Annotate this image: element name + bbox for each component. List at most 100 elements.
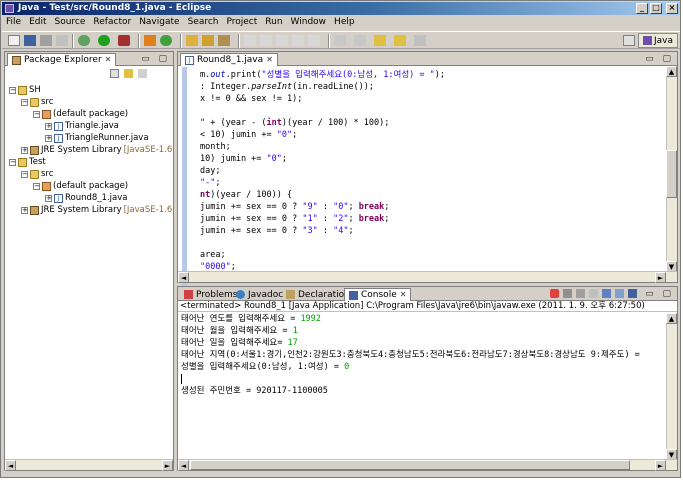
debug-icon[interactable] [78, 35, 90, 46]
scroll-up-icon[interactable]: ▲ [666, 66, 677, 77]
tree-item-jre-library[interactable]: + JRE System Library [JavaSE-1.6 [21, 205, 172, 216]
open-folder-icon[interactable] [202, 35, 214, 46]
vertical-scrollbar[interactable]: ▲ ▼ [666, 313, 677, 460]
vertical-scrollbar[interactable]: ▲ ▼ [666, 66, 677, 272]
toggle-mark-icon[interactable] [292, 35, 304, 46]
menu-navigate[interactable]: Navigate [135, 16, 183, 29]
code-line[interactable]: m.out.print("성별을 입력해주세요(0:남성, 1:여성) = ")… [200, 69, 445, 81]
save-icon[interactable] [24, 35, 36, 46]
code-line[interactable]: x != 0 && sex != 1); [200, 93, 302, 105]
open-type-icon[interactable] [186, 35, 198, 46]
collapse-icon[interactable]: − [33, 111, 40, 118]
link-with-editor-icon[interactable] [124, 69, 133, 78]
code-line[interactable]: : Integer.parseInt(in.readLine()); [200, 81, 374, 93]
forward-icon[interactable] [394, 35, 406, 46]
scroll-thumb[interactable] [666, 150, 677, 198]
code-line[interactable]: jumin += sex == 0 ? "1" : "2"; break; [200, 213, 389, 225]
menu-project[interactable]: Project [222, 16, 261, 29]
open-perspective-icon[interactable] [622, 35, 635, 46]
tab-javadoc[interactable]: Javadoc [232, 288, 287, 301]
close-tab-icon[interactable]: ✕ [266, 54, 273, 66]
terminate-icon[interactable] [550, 289, 559, 298]
menu-refactor[interactable]: Refactor [89, 16, 135, 29]
collapse-icon[interactable]: − [21, 171, 28, 178]
scroll-thumb[interactable] [190, 460, 630, 470]
tree-item-round8-1-java[interactable]: + J Round8_1.java [45, 193, 127, 204]
code-line[interactable]: jumin += sex == 0 ? "9" : "0"; break; [200, 201, 389, 213]
scroll-up-icon[interactable]: ▲ [666, 313, 677, 324]
code-line[interactable]: area; [200, 249, 226, 261]
tree-item-default-package[interactable]: − (default package) [33, 181, 128, 192]
expand-icon[interactable]: + [45, 135, 52, 142]
search-icon[interactable] [218, 35, 230, 46]
code-line[interactable]: " + (year - (int)(year / 100) * 100); [200, 117, 389, 129]
remove-all-icon[interactable] [576, 289, 585, 298]
code-line[interactable]: 10) jumin += "0"; [200, 153, 287, 165]
close-tab-icon[interactable]: ✕ [105, 54, 112, 66]
new-java-project-icon[interactable] [144, 35, 156, 46]
menu-run[interactable]: Run [261, 16, 286, 29]
previous-annotation-icon[interactable] [354, 35, 366, 46]
new-class-icon[interactable] [160, 35, 172, 46]
tree-item-src[interactable]: − src [21, 169, 53, 180]
horizontal-scrollbar[interactable]: ◄ ► [178, 271, 677, 283]
expand-icon[interactable]: + [45, 123, 52, 130]
tree-item-triangle-java[interactable]: + J Triangle.java [45, 121, 119, 132]
collapse-icon[interactable]: − [21, 99, 28, 106]
scroll-lock-icon[interactable] [602, 289, 611, 298]
collapse-all-icon[interactable] [110, 69, 119, 78]
run-icon[interactable] [98, 35, 110, 46]
print-icon[interactable] [56, 35, 68, 46]
close-tab-icon[interactable]: ✕ [400, 289, 407, 301]
menu-edit[interactable]: Edit [25, 16, 50, 29]
scroll-left-icon[interactable]: ◄ [178, 272, 189, 283]
code-line[interactable]: jumin += sex == 0 ? "3" : "4"; [200, 225, 354, 237]
java-perspective-button[interactable]: Java [637, 33, 678, 48]
menu-source[interactable]: Source [51, 16, 90, 29]
scroll-left-icon[interactable]: ◄ [5, 460, 16, 471]
save-all-icon[interactable] [40, 35, 52, 46]
menu-window[interactable]: Window [287, 16, 331, 29]
tree-item-trianglerunner-java[interactable]: + J TriangleRunner.java [45, 133, 149, 144]
annotation-next-icon[interactable] [260, 35, 272, 46]
menu-file[interactable]: File [2, 16, 25, 29]
edit-icon[interactable] [244, 35, 256, 46]
minimize-maximize-icon[interactable]: ▭ ▢ [645, 54, 674, 64]
horizontal-scrollbar[interactable]: ◄ ► [5, 459, 173, 471]
tree-item-test[interactable]: − Test [9, 157, 46, 168]
console-output[interactable]: 태어난 연도를 입력해주세요 = 1992 태어난 월을 입력해주세요 = 1 태어… [178, 313, 665, 457]
code-line[interactable]: nt)(year / 100)) { [200, 189, 292, 201]
collapse-icon[interactable]: − [9, 159, 16, 166]
maximize-button[interactable]: □ [650, 3, 662, 14]
code-line[interactable]: "-"; [200, 177, 220, 189]
next-annotation-icon[interactable] [334, 35, 346, 46]
close-button[interactable]: × [666, 3, 678, 14]
tab-package-explorer[interactable]: Package Explorer ✕ [7, 53, 117, 66]
scroll-right-icon[interactable]: ► [655, 272, 666, 283]
collapse-icon[interactable]: − [9, 87, 16, 94]
tree-item-jre-library[interactable]: + JRE System Library [JavaSE-1.6 [21, 145, 172, 156]
menu-search[interactable]: Search [184, 16, 223, 29]
scroll-left-icon[interactable]: ◄ [178, 460, 189, 471]
new-icon[interactable] [8, 35, 20, 46]
tab-round8-1-java[interactable]: J Round8_1.java ✕ [180, 53, 278, 66]
expand-icon[interactable]: + [21, 207, 28, 214]
code-line[interactable]: day; [200, 165, 220, 177]
last-edit-icon[interactable] [414, 35, 426, 46]
display-console-icon[interactable] [628, 289, 637, 298]
remove-launch-icon[interactable] [563, 289, 572, 298]
tree-item-sh[interactable]: − SH [9, 85, 41, 96]
pin-console-icon[interactable] [615, 289, 624, 298]
menu-help[interactable]: Help [330, 16, 359, 29]
back-icon[interactable] [374, 35, 386, 46]
minimize-maximize-icon[interactable]: ▭ ▢ [645, 289, 674, 299]
tree-item-default-package[interactable]: − (default package) [33, 109, 128, 120]
annotation-prev-icon[interactable] [276, 35, 288, 46]
minimize-maximize-icon[interactable]: ▭ ▢ [141, 54, 170, 64]
minimize-button[interactable]: _ [636, 3, 648, 14]
external-tools-icon[interactable] [118, 35, 130, 46]
scroll-right-icon[interactable]: ► [162, 460, 173, 471]
code-line[interactable]: < 10) jumin += "0"; [200, 129, 297, 141]
view-menu-icon[interactable] [138, 69, 147, 78]
expand-icon[interactable]: + [45, 195, 52, 202]
